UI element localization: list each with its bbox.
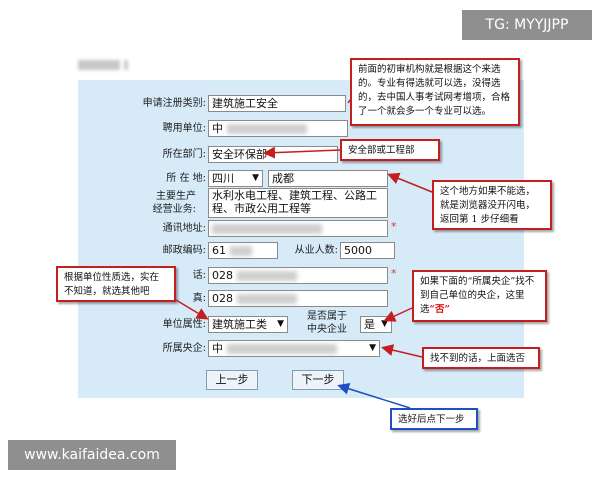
callout-arrows bbox=[175, 99, 433, 409]
arrow-unit-type bbox=[175, 299, 209, 320]
watermark-bottom: www.kaifaidea.com bbox=[8, 440, 176, 470]
arrow-dept bbox=[263, 146, 341, 159]
arrow-central-missing bbox=[381, 344, 423, 358]
arrow-central bbox=[383, 307, 413, 322]
arrow-location bbox=[387, 172, 433, 193]
arrow-reg-type bbox=[347, 99, 351, 104]
arrow-next bbox=[337, 382, 411, 409]
